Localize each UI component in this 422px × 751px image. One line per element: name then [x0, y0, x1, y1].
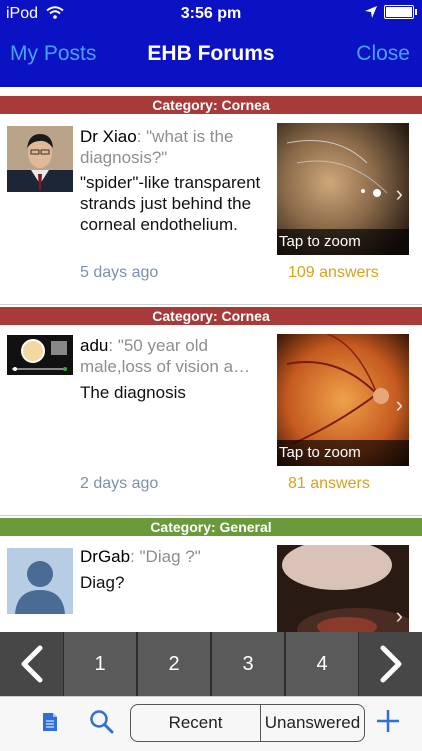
divider	[0, 304, 422, 305]
status-time: 3:56 pm	[180, 5, 242, 22]
avatar	[7, 335, 73, 375]
next-page-button[interactable]	[359, 632, 422, 696]
battery-icon	[384, 5, 417, 19]
post-body: "spider"-like transparent strands just b…	[80, 173, 261, 234]
status-bar: iPod 3:56 pm	[0, 0, 422, 30]
search-icon[interactable]	[89, 709, 115, 735]
avatar	[7, 126, 73, 192]
answers-count[interactable]: 109 answers	[288, 264, 379, 282]
category-banner: Category: Cornea	[0, 307, 422, 325]
post-item[interactable]: Category: General DrGab: "Diag ?" Diag? …	[0, 518, 422, 632]
chevron-right-icon	[380, 645, 401, 683]
bottom-toolbar: Recent Unanswered	[0, 696, 422, 751]
post-image[interactable]: › Tap to zoom	[277, 123, 409, 255]
post-header: Dr Xiao: "what is the diagnosis?"	[80, 126, 270, 168]
recent-tab[interactable]: Recent	[130, 704, 261, 742]
post-time: 5 days ago	[80, 264, 159, 281]
post-body: Diag?	[80, 573, 125, 592]
tap-to-zoom-label[interactable]: Tap to zoom	[277, 440, 409, 466]
author-name[interactable]: adu	[80, 336, 108, 355]
author-name[interactable]: DrGab	[80, 547, 130, 566]
pager: 1 2 3 4	[0, 632, 422, 696]
avatar	[7, 548, 73, 614]
divider	[0, 515, 422, 516]
post-item[interactable]: Category: Cornea adu: "50 year old male,…	[0, 307, 422, 517]
chevron-right-icon: ›	[395, 181, 403, 206]
category-banner: Category: Cornea	[0, 96, 422, 114]
post-header: DrGab: "Diag ?"	[80, 546, 270, 567]
previous-page-button[interactable]	[0, 632, 63, 696]
app-header: iPod 3:56 pm My Posts EHB Forums Close	[0, 0, 422, 87]
add-icon[interactable]	[375, 708, 401, 734]
answers-count[interactable]: 81 answers	[288, 475, 370, 493]
page-1-button[interactable]: 1	[63, 632, 137, 696]
page-3-button[interactable]: 3	[211, 632, 285, 696]
post-body: The diagnosis	[80, 383, 186, 402]
tap-to-zoom-label[interactable]: Tap to zoom	[277, 229, 409, 255]
page-2-button[interactable]: 2	[137, 632, 211, 696]
status-right	[364, 5, 417, 19]
unanswered-tab[interactable]: Unanswered	[260, 704, 365, 742]
document-icon[interactable]	[42, 712, 58, 732]
close-button[interactable]: Close	[356, 42, 410, 66]
chevron-left-icon	[21, 645, 42, 683]
post-time: 2 days ago	[80, 475, 159, 492]
post-header: adu: "50 year old male,loss of vision a…	[80, 335, 270, 377]
chevron-right-icon: ›	[395, 392, 403, 417]
author-name[interactable]: Dr Xiao	[80, 127, 137, 146]
page-4-button[interactable]: 4	[285, 632, 359, 696]
post-image[interactable]: › Tap to zoom	[277, 334, 409, 466]
post-image[interactable]: ›	[277, 545, 409, 632]
post-question: : "Diag ?"	[130, 547, 201, 566]
location-arrow-icon	[365, 6, 377, 18]
category-banner: Category: General	[0, 518, 422, 536]
post-item[interactable]: Category: Cornea Dr Xiao: "what is the d…	[0, 96, 422, 306]
chevron-right-icon: ›	[395, 603, 403, 628]
